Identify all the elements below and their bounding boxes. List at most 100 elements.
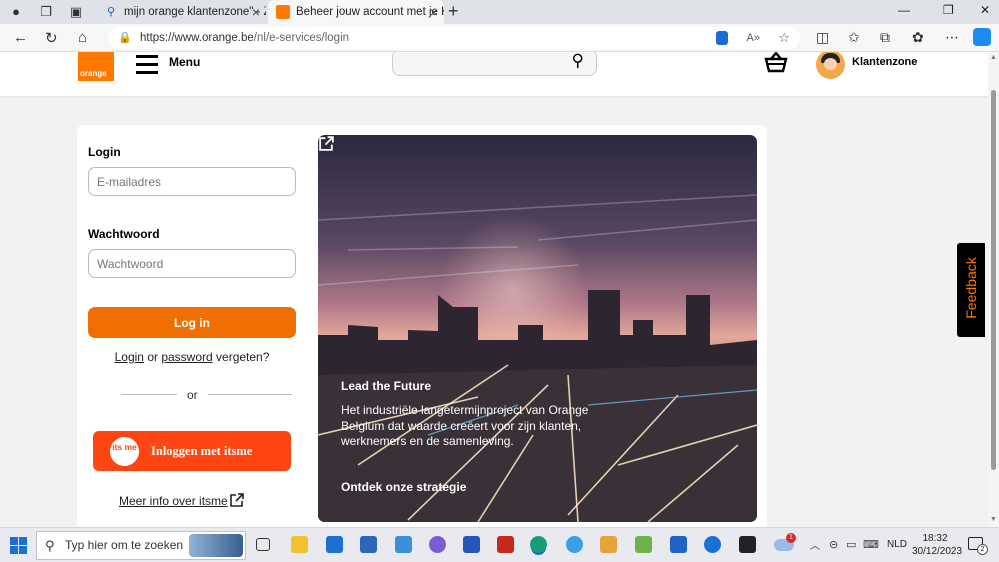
menu-label[interactable]: Menu <box>169 55 200 69</box>
orange-logo[interactable]: orange <box>78 52 114 81</box>
task-view-icon[interactable] <box>256 538 270 551</box>
search-icon: ⚲ <box>45 538 55 553</box>
mail-icon[interactable] <box>326 536 343 553</box>
chevron-up-icon[interactable]: ︿ <box>810 537 820 552</box>
favorites-icon[interactable]: ✩ <box>848 29 860 46</box>
url-path: /nl/e-services/login <box>253 32 350 44</box>
back-icon[interactable]: ← <box>13 29 28 46</box>
city-skyline-illustration <box>318 194 757 522</box>
close-icon[interactable]: × <box>430 0 438 24</box>
terminal-icon[interactable] <box>739 536 756 553</box>
divider-left <box>121 394 177 395</box>
profile-icon[interactable]: ● <box>8 4 24 20</box>
language-indicator[interactable]: NLD <box>887 539 907 550</box>
maximize-icon[interactable]: ❐ <box>943 3 954 17</box>
forgot-suffix-text: vergeten? <box>216 350 270 364</box>
logo-text: orange <box>80 69 107 78</box>
page-scrollbar[interactable]: ▲ ▼ <box>988 52 999 527</box>
app-icon[interactable] <box>463 536 480 553</box>
search-icon[interactable]: ⚲ <box>572 52 584 71</box>
divider-right <box>208 394 292 395</box>
read-aloud-icon[interactable]: A» <box>747 27 760 49</box>
forgot-login-link[interactable]: Login <box>115 350 144 364</box>
store-icon[interactable] <box>360 536 377 553</box>
home-icon[interactable]: ⌂ <box>78 29 87 46</box>
collections-icon[interactable]: ⧉ <box>880 29 890 46</box>
scroll-thumb[interactable] <box>991 90 996 470</box>
password-field[interactable] <box>88 249 296 278</box>
file-explorer-icon[interactable] <box>291 536 308 553</box>
battery-icon[interactable]: ▭ <box>846 538 856 551</box>
workspaces-icon[interactable]: ❐ <box>38 4 54 20</box>
itsme-button-label: Inloggen met itsme <box>151 443 253 458</box>
external-link-icon[interactable] <box>229 492 245 508</box>
address-bar-row: ← ↻ ⌂ 🔒 https://www.orange.be/nl/e-servi… <box>0 24 999 52</box>
tab-orange-account[interactable]: Beheer jouw account met je Klan × <box>268 0 444 24</box>
search-highlight-image <box>189 534 243 557</box>
windows-start-icon[interactable] <box>10 537 27 554</box>
clock-time: 18:32 <box>922 533 948 544</box>
close-icon[interactable]: × <box>252 0 260 24</box>
more-icon[interactable]: ⋯ <box>945 29 959 46</box>
email-label: Login <box>88 145 121 159</box>
taskbar-search-input[interactable]: ⚲ Typ hier om te zoeken <box>36 531 246 560</box>
tab-search[interactable]: ⚲ mijn orange klantenzone" - Zoek × <box>96 0 266 24</box>
photos-icon[interactable] <box>635 536 652 553</box>
keyboard-icon[interactable]: ⌨ <box>863 538 879 551</box>
forgot-credentials-text: Login or password vergeten? <box>88 350 296 364</box>
forgot-password-link[interactable]: password <box>161 350 212 364</box>
lock-icon: 🔒 <box>118 32 132 44</box>
app-icon[interactable] <box>429 536 446 553</box>
site-header: orange Menu ⚲ Klantenzone <box>0 52 988 96</box>
tab-actions-icon[interactable]: ▣ <box>68 4 84 20</box>
tab-title: mijn orange klantenzone" - Zoek <box>124 6 266 18</box>
copilot-icon[interactable] <box>973 28 991 46</box>
calendar-icon[interactable] <box>395 536 412 553</box>
minimize-icon[interactable]: — <box>898 3 910 17</box>
favorite-star-icon[interactable]: ☆ <box>778 27 790 49</box>
url-field[interactable]: 🔒 https://www.orange.be/nl/e-services/lo… <box>108 27 800 49</box>
itsme-info-link[interactable]: Meer info over itsme <box>119 494 228 508</box>
hero-strategy-link[interactable]: Ontdek onze strategie <box>341 480 466 494</box>
scroll-up-icon[interactable]: ▲ <box>990 54 997 61</box>
filezilla-icon[interactable] <box>497 536 514 553</box>
email-field[interactable] <box>88 167 296 196</box>
forgot-or-text: or <box>147 350 158 364</box>
feedback-label: Feedback <box>963 257 979 319</box>
split-screen-icon[interactable]: ◫ <box>816 29 829 46</box>
refresh-icon[interactable]: ↻ <box>45 29 58 47</box>
account-label[interactable]: Klantenzone <box>852 56 917 68</box>
notification-count: 2 <box>977 544 988 555</box>
basket-icon[interactable] <box>764 52 788 73</box>
divider-text: or <box>187 388 198 402</box>
hero-text: Het industriële langetermijnproject van … <box>341 403 589 448</box>
shopping-tag-icon[interactable] <box>716 31 728 45</box>
clock[interactable]: 18:32 30/12/2023 <box>912 532 963 558</box>
edge-icon[interactable] <box>530 536 547 553</box>
hero-title: Lead the Future <box>341 379 432 393</box>
feedback-tab[interactable]: Feedback <box>957 243 985 337</box>
notification-icon[interactable]: 2 <box>968 537 988 555</box>
scroll-down-icon[interactable]: ▼ <box>990 516 997 523</box>
edge-legacy-icon[interactable] <box>566 536 583 553</box>
windows-taskbar: ⚲ Typ hier om te zoeken 1 ︿ ⊝ ▭ ⌨ NLD 18… <box>0 527 999 562</box>
media-player-icon[interactable] <box>600 536 617 553</box>
extensions-icon[interactable]: ✿ <box>912 29 924 46</box>
clock-date: 30/12/2023 <box>912 546 963 557</box>
app-icon[interactable] <box>670 536 687 553</box>
url-host: https://www.orange.be <box>140 32 254 44</box>
hero-image: Lead the Future Het industriële langeter… <box>318 135 757 522</box>
avatar[interactable] <box>816 52 845 79</box>
network-icon[interactable]: ⊝ <box>829 538 838 551</box>
login-card: Login Wachtwoord Log in Login or passwor… <box>77 125 767 527</box>
close-window-icon[interactable]: ✕ <box>980 3 990 17</box>
new-tab-icon[interactable]: + <box>448 1 459 22</box>
login-button[interactable]: Log in <box>88 307 296 338</box>
hamburger-icon[interactable] <box>136 55 158 74</box>
weather-badge: 1 <box>786 533 796 543</box>
external-link-icon[interactable] <box>318 135 335 152</box>
webpage: orange Menu ⚲ Klantenzone Login Wachtwoo… <box>0 52 988 527</box>
site-search-input[interactable]: ⚲ <box>392 52 597 76</box>
itsme-login-button[interactable]: its me Inloggen met itsme <box>93 431 291 471</box>
shield-icon[interactable] <box>704 536 721 553</box>
